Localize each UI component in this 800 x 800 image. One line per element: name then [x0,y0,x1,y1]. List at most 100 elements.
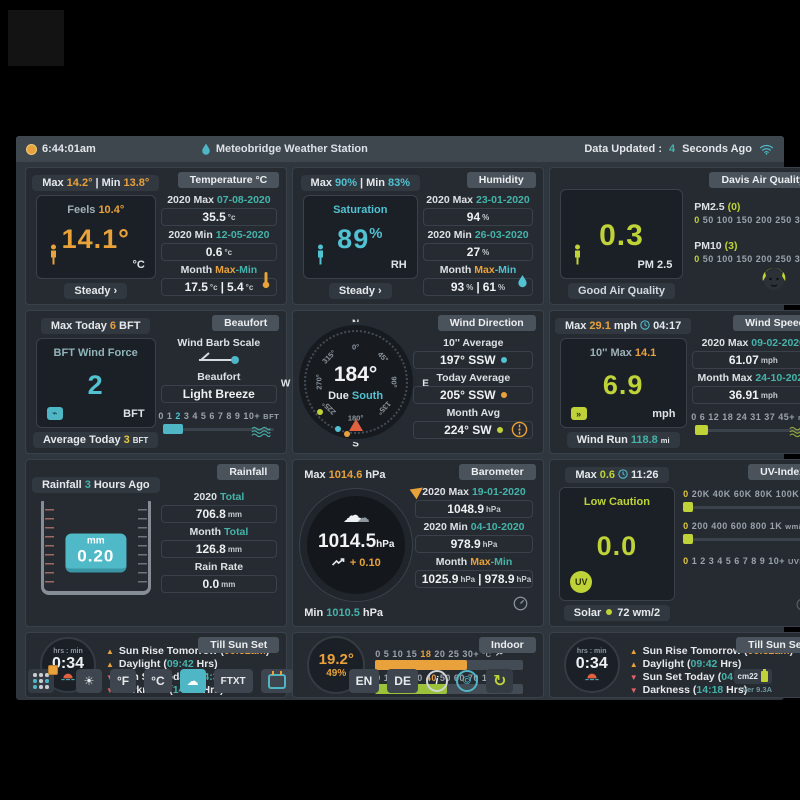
clock-area: 6:44:01am [26,143,96,155]
orange-dot-icon [501,392,507,398]
humidity-trend[interactable]: Steady› [329,283,392,299]
humidity-value: 89% [337,224,383,255]
wind-direction-tab[interactable]: Wind Direction [438,315,536,331]
celsius-button[interactable]: °C [144,669,171,693]
wind-barb-badge-icon: ⌁ [47,407,63,420]
brightness-button[interactable]: ☀ [76,669,102,693]
waves-icon [251,426,271,438]
version-label: Ver 9.3A [742,685,772,694]
german-button[interactable]: DE [387,669,418,693]
rain-rate: Rain Rate 0.0mm [161,561,277,593]
rainfall-hours-ago: Rainfall3Hours Ago [32,477,160,493]
humidity-unit: RH [391,259,407,271]
calendar-button[interactable] [261,669,293,693]
humidity-maxmin: Max90%|Min83% [301,175,421,191]
baro-2020-min: 2020 Min04-10-2020 978.9hPa [415,521,534,553]
rain-gauge: mm 0.20 [41,501,151,595]
barometer-panel: Barometer Max1014.6hPa ☁☁ 1014.5hPa + 0.… [292,459,543,627]
rainfall-tab[interactable]: Rainfall [217,464,279,480]
beaufort-tab[interactable]: Beaufort [212,315,279,331]
up-arrow-icon: ▲ [630,647,638,656]
humidity-panel: Humidity Max90%|Min83% Saturation 89% RH… [292,167,543,305]
ws-month-max: Month Max24-10-2020 36.91mph [692,372,800,404]
beaufort-name: Beaufort Light Breeze [161,371,277,403]
pm25-value: 0.3 [599,219,644,253]
thermometer-icon [261,271,271,289]
air-quality-panel: Davis Air Quality 0.3 PM 2.5 Good Air Qu… [549,167,800,305]
clock-icon [618,469,628,479]
beaufort-value: 2 [88,370,104,401]
forecast-text-button[interactable]: FTXT [214,669,253,693]
air-quality-display: 0.3 PM 2.5 [560,189,684,279]
backdrop-square [8,10,64,66]
solar-scale-group: 0200 400 600 800 1Kwm/2 [683,521,800,544]
air-quality-tab[interactable]: Davis Air Quality [709,172,800,188]
sunset-left-tab[interactable]: Till Sun Set [198,637,279,653]
copyright-button[interactable]: © [456,670,478,692]
uv-max: Max0.611:26 [565,467,668,483]
temperature-value: 14.1° [62,224,130,255]
uv-index-tab[interactable]: UV-Index [748,464,800,480]
rain-month-total: MonthTotal 126.8mm [161,526,277,558]
wind-speed-tab[interactable]: Wind Speed [733,315,800,331]
wind-barb-scale: Wind Barb Scale [161,337,277,368]
speed-badge-icon: » [571,407,587,420]
sunset-right-tab[interactable]: Till Sun Set [736,637,800,653]
temperature-tab[interactable]: Temperature °C [178,172,280,188]
data-updated-area: Data Updated : 4 Seconds Ago [584,143,774,155]
compass-icon [511,421,528,438]
air-quality-status: Good Air Quality [568,283,675,299]
face-icon [761,264,787,292]
beaufort-max-today: Max Today6BFT [41,318,151,334]
pm10-scale-group: PM10(3) 050 100 150 200 250 300+ [694,240,800,264]
wind-speed-progress [695,425,800,435]
wind-10min-average: 10'' Average 197° SSW [413,337,533,369]
clock-icon [640,320,650,330]
beaufort-scale: 0 123 4 5 6 7 8 9 10+BFT [158,411,279,421]
humidity-tab[interactable]: Humidity [467,172,536,188]
barometer-max: Max1014.6hPa [300,467,395,483]
fahrenheit-button[interactable]: °F [110,669,136,693]
feels-value: 10.4° [98,204,124,216]
compass-west: W [281,379,290,390]
bft-label: BFT Wind Force [54,347,138,359]
humidity-display: Saturation 89% RH [303,195,418,279]
apps-grid-button[interactable] [28,669,54,693]
cloud-view-button[interactable]: ☁ [180,669,206,693]
refresh-button[interactable]: ↻ [486,669,513,693]
app-title-area: Meteobridge Weather Station [201,143,368,156]
month-avg-dot-icon [317,409,323,415]
temperature-display: Feels10.4° 14.1° °C [36,195,156,279]
hum-2020-max: 2020 Max23-01-2020 94% [423,194,534,226]
wifi-icon [759,143,774,155]
wind-barb-icon [195,352,243,364]
info-button[interactable]: i [426,670,448,692]
wind-speed-display: 10'' Max14.1 6.9 » mph [560,338,687,428]
wind-speed-max: Max29.1mph04:17 [555,318,691,334]
today-dot-icon [344,431,350,437]
drop-icon [201,143,211,156]
indoor-tab[interactable]: Indoor [479,637,536,653]
barometer-min: Min1010.5hPa [300,605,393,621]
beaufort-average-today: Average Today3BFT [33,432,158,448]
chevron-right-icon: › [114,285,118,297]
status-bar: 6:44:01am Meteobridge Weather Station Da… [16,136,784,162]
ten-min-dot-icon [335,426,341,432]
current-time: 6:44:01am [42,143,96,155]
pm25-scale-group: PM2.5(0) 050 100 150 200 250 300+ [694,201,800,225]
english-button[interactable]: EN [349,669,380,693]
temperature-trend[interactable]: Steady› [64,283,127,299]
green-dot-icon [497,427,503,433]
uvi-scale-group: 01 2 3 4 5 6 7 8 9 10+UVI [683,556,800,566]
temp-2020-max: 2020 Max07-08-2020 35.5°c [161,194,277,226]
temperature-panel: Temperature °C Max14.2°|Min13.8° Feels10… [25,167,287,305]
rain-2020-total: 2020Total 706.8mm [161,491,277,523]
rainfall-panel: Rainfall Rainfall3Hours Ago mm 0.20 2020… [25,459,287,627]
wind-direction-panel: Wind Direction N E S W 0° 45° 90° 135° 1… [292,310,543,454]
hum-2020-min: 2020 Min26-03-2020 27% [423,229,534,261]
wind-speed-value: 6.9 [603,370,644,401]
barometer-tab[interactable]: Barometer [459,464,536,480]
beaufort-display: BFT Wind Force 2 ⌁ BFT [36,338,156,428]
wind-direction-value: 184° [334,363,377,387]
temperature-unit: °C [132,259,144,271]
